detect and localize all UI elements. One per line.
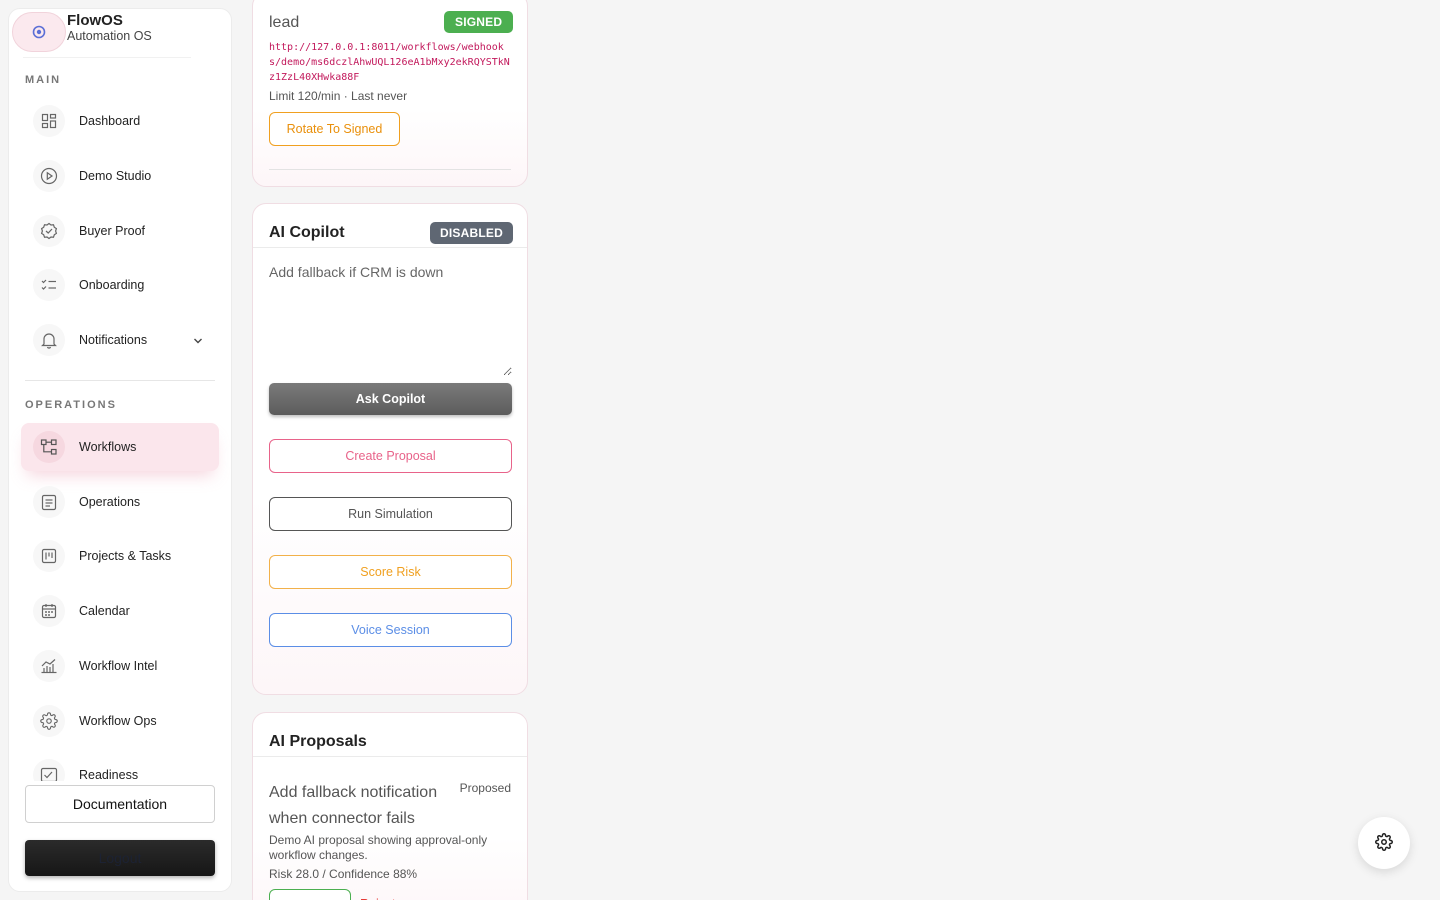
webhook-url: http://127.0.0.1:8011/workflows/webhooks… — [269, 42, 510, 83]
ai-copilot-card: AI Copilot DISABLED Ask Copilot Create P… — [252, 203, 528, 695]
sidebar-item-label: Workflow Ops — [79, 714, 157, 728]
voice-session-button[interactable]: Voice Session — [269, 613, 512, 647]
play-circle-icon — [33, 160, 65, 192]
sidebar-item-label: Demo Studio — [79, 169, 152, 183]
sidebar-item-label: Notifications — [79, 333, 148, 347]
webhook-limit: Limit 120/min · Last never — [269, 89, 408, 103]
section-label-operations: OPERATIONS — [25, 399, 117, 411]
ask-copilot-button[interactable]: Ask Copilot — [269, 383, 512, 415]
score-risk-button[interactable]: Score Risk — [269, 555, 512, 589]
reject-button[interactable]: Reject — [360, 889, 442, 900]
sidebar-item-operations[interactable]: Operations — [21, 478, 219, 526]
sidebar-item-label: Onboarding — [79, 278, 145, 292]
approve-button[interactable] — [269, 889, 351, 900]
settings-fab[interactable] — [1358, 817, 1410, 869]
run-simulation-button[interactable]: Run Simulation — [269, 497, 512, 531]
ai-proposals-card: AI Proposals Add fallback notification w… — [252, 712, 528, 900]
sidebar-item-label: Workflows — [79, 440, 137, 454]
proposal-risk: Risk 28.0 / Confidence 88% — [269, 867, 418, 881]
brand-subtitle: Automation OS — [67, 29, 152, 43]
sidebar-divider — [25, 380, 215, 381]
brand-name: FlowOS — [67, 12, 123, 29]
sidebar-item-workflows[interactable]: Workflows — [21, 423, 219, 471]
card-title: AI Copilot — [269, 224, 345, 241]
sidebar-item-label: Readiness — [79, 768, 139, 782]
checklist-icon — [33, 269, 65, 301]
sidebar-item-notifications[interactable]: Notifications — [21, 316, 219, 364]
copilot-prompt-input[interactable] — [269, 264, 512, 376]
card-header: AI Copilot DISABLED — [253, 204, 527, 248]
chevron-down-icon[interactable] — [193, 333, 203, 351]
sidebar-item-workflow-ops[interactable]: Workflow Ops — [21, 697, 219, 745]
flowos-logo-icon[interactable] — [12, 12, 66, 52]
sidebar-item-label: Calendar — [79, 604, 130, 618]
sidebar-item-projects-tasks[interactable]: Projects & Tasks — [21, 532, 219, 580]
card-title: AI Proposals — [269, 733, 367, 750]
sidebar-item-calendar[interactable]: Calendar — [21, 587, 219, 635]
rotate-to-signed-button[interactable]: Rotate To Signed — [269, 112, 400, 146]
section-label-main: MAIN — [25, 74, 62, 86]
gear-icon — [1375, 832, 1393, 854]
logout-button[interactable]: Logout — [25, 840, 215, 876]
workflow-icon — [33, 431, 65, 463]
gear-icon — [33, 705, 65, 737]
sidebar: FlowOS Automation OS MAIN Dashboard Demo… — [8, 8, 232, 892]
status-badge: SIGNED — [444, 11, 514, 33]
proposal-title: Add fallback notification when connector… — [269, 784, 438, 827]
proposal-status: Proposed — [459, 781, 511, 795]
sidebar-item-onboarding[interactable]: Onboarding — [21, 261, 219, 309]
calendar-icon — [33, 595, 65, 627]
bell-icon — [33, 324, 65, 356]
card-header: AI Proposals — [253, 713, 527, 757]
sidebar-item-label: Workflow Intel — [79, 659, 158, 673]
status-badge: DISABLED — [430, 222, 513, 244]
badge-check-icon — [33, 215, 65, 247]
documentation-button[interactable]: Documentation — [25, 785, 215, 823]
card-divider — [269, 169, 511, 170]
dashboard-icon — [33, 105, 65, 137]
webhook-name: lead — [269, 14, 300, 31]
sidebar-item-dashboard[interactable]: Dashboard — [21, 97, 219, 145]
sidebar-item-label: Projects & Tasks — [79, 549, 172, 563]
clipboard-icon — [33, 486, 65, 518]
kanban-icon — [33, 540, 65, 572]
proposal-description: Demo AI proposal showing approval-only w… — [269, 833, 488, 862]
sidebar-item-demo-studio[interactable]: Demo Studio — [21, 152, 219, 200]
chart-icon — [33, 650, 65, 682]
sidebar-item-buyer-proof[interactable]: Buyer Proof — [21, 207, 219, 255]
brand-divider — [23, 57, 191, 58]
brand: FlowOS Automation OS — [9, 9, 231, 59]
create-proposal-button[interactable]: Create Proposal — [269, 439, 512, 473]
webhook-card: lead SIGNED http://127.0.0.1:8011/workfl… — [252, 0, 528, 187]
sidebar-item-label: Operations — [79, 495, 141, 509]
sidebar-item-label: Dashboard — [79, 114, 141, 128]
sidebar-item-workflow-intel[interactable]: Workflow Intel — [21, 642, 219, 690]
sidebar-item-label: Buyer Proof — [79, 224, 146, 238]
